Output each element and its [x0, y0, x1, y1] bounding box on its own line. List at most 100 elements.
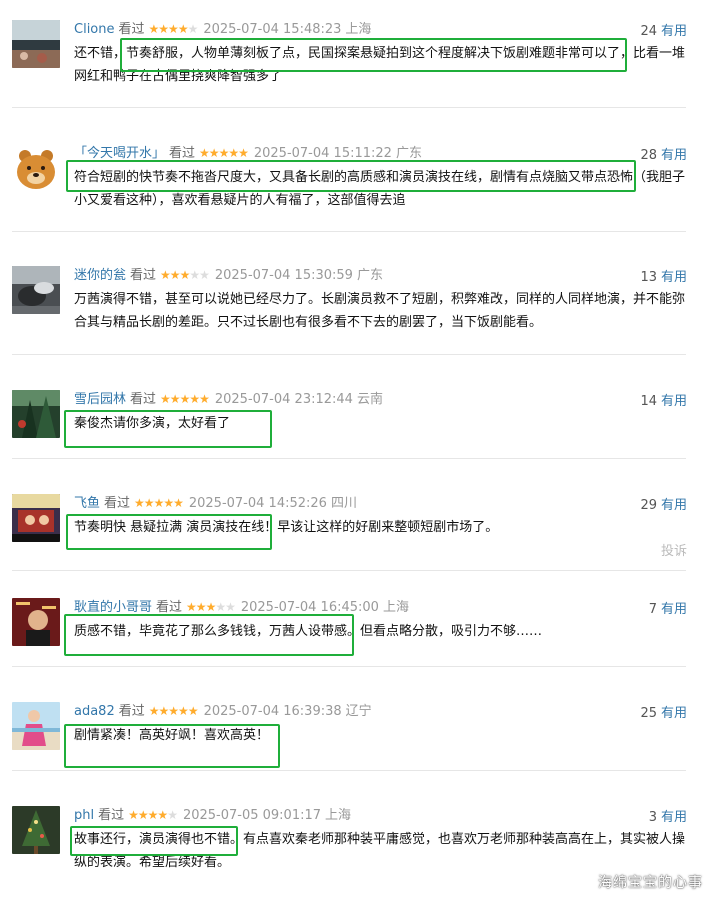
- star-filled-icon: ★: [208, 146, 220, 160]
- comment-location: 上海: [345, 22, 372, 37]
- star-filled-icon: ★: [228, 146, 239, 160]
- comment-meta: 耿直的小哥哥 看过 ★★★★★ 2025-07-04 16:45:00 上海: [74, 598, 687, 616]
- comment-text: 节奏明快 悬疑拉满 演员演技在线！早该让这样的好剧来整顿短剧市场了。: [74, 520, 499, 535]
- comment-text: 剧情紧凑！高英好飒！喜欢高英！: [74, 728, 270, 743]
- star-filled-icon: ★: [163, 496, 174, 510]
- avatar[interactable]: [12, 806, 60, 854]
- star-filled-icon: ★: [179, 392, 191, 406]
- useful-vote: 28 有用: [640, 144, 687, 163]
- useful-vote: 13 有用: [640, 266, 687, 285]
- star-empty-icon: ★: [187, 22, 199, 36]
- watermark-text: 海绵宝宝的心事: [598, 875, 703, 891]
- comment-location: 上海: [325, 808, 352, 823]
- useful-count: 14: [640, 394, 657, 409]
- comment-meta: 飞鱼 看过 ★★★★★ 2025-07-04 14:52:26 四川: [74, 494, 687, 512]
- star-empty-icon: ★: [225, 600, 236, 614]
- avatar[interactable]: [12, 390, 60, 438]
- useful-vote: 3 有用: [649, 806, 687, 825]
- comment-text: 故事还行，演员演得也不错。有点喜欢秦老师那种装平庸感觉，也喜欢万老师那种装高高在…: [74, 832, 686, 870]
- rating-stars: ★★★★★: [128, 808, 178, 822]
- rating-stars: ★★★★★: [134, 496, 184, 510]
- useful-vote: 14 有用: [640, 390, 687, 409]
- useful-vote: 7 有用: [649, 598, 687, 617]
- useful-button[interactable]: 有用: [661, 148, 687, 163]
- star-filled-icon: ★: [199, 392, 210, 406]
- comment-meta: 迷你的瓮 看过 ★★★★★ 2025-07-04 15:30:59 广东: [74, 266, 687, 284]
- comment-time: 2025-07-04 15:30:59: [214, 268, 353, 283]
- star-filled-icon: ★: [218, 146, 230, 160]
- useful-button[interactable]: 有用: [661, 706, 687, 721]
- comment-time: 2025-07-04 15:48:23: [203, 22, 342, 37]
- rating-stars: ★★★★★: [186, 600, 236, 614]
- star-filled-icon: ★: [169, 268, 181, 282]
- star-filled-icon: ★: [168, 704, 179, 718]
- star-filled-icon: ★: [160, 268, 171, 282]
- username-link[interactable]: 雪后园林: [74, 392, 126, 407]
- useful-count: 29: [640, 498, 657, 513]
- comment-time: 2025-07-04 23:12:44: [214, 392, 353, 407]
- useful-button[interactable]: 有用: [661, 602, 687, 617]
- avatar[interactable]: [12, 494, 60, 542]
- username-link[interactable]: ada82: [74, 704, 115, 719]
- useful-button[interactable]: 有用: [661, 394, 687, 409]
- avatar[interactable]: [12, 702, 60, 750]
- star-filled-icon: ★: [205, 600, 217, 614]
- useful-count: 3: [648, 810, 657, 825]
- comment-location: 上海: [382, 600, 409, 615]
- comment-time: 2025-07-04 14:52:26: [188, 496, 327, 511]
- comment-time: 2025-07-04 16:39:38: [203, 704, 342, 719]
- avatar[interactable]: [12, 266, 60, 314]
- avatar[interactable]: [12, 20, 60, 68]
- comment-location: 广东: [356, 268, 383, 283]
- watched-label: 看过: [118, 704, 145, 719]
- divider: [12, 107, 686, 108]
- star-empty-icon: ★: [167, 808, 178, 822]
- divider: [12, 354, 686, 355]
- comment-meta: 雪后园林 看过 ★★★★★ 2025-07-04 23:12:44 云南: [74, 390, 687, 408]
- comment-location: 四川: [330, 496, 357, 511]
- star-filled-icon: ★: [186, 600, 197, 614]
- username-link[interactable]: 「今天喝开水」: [74, 146, 165, 161]
- star-filled-icon: ★: [169, 392, 181, 406]
- watched-label: 看过: [104, 496, 131, 511]
- star-filled-icon: ★: [187, 704, 199, 718]
- comment-location: 辽宁: [345, 704, 372, 719]
- divider: [12, 231, 686, 232]
- comment-text: 秦俊杰请你多演，太好看了: [74, 416, 231, 431]
- watched-label: 看过: [98, 808, 125, 823]
- star-filled-icon: ★: [134, 496, 145, 510]
- star-filled-icon: ★: [160, 392, 171, 406]
- useful-button[interactable]: 有用: [661, 270, 687, 285]
- comment-location: 云南: [356, 392, 383, 407]
- useful-button[interactable]: 有用: [661, 498, 687, 513]
- useful-count: 24: [640, 24, 657, 39]
- star-empty-icon: ★: [215, 600, 226, 614]
- watched-label: 看过: [130, 392, 157, 407]
- star-filled-icon: ★: [238, 146, 249, 160]
- avatar[interactable]: [12, 144, 60, 192]
- comment-time: 2025-07-04 16:45:00: [240, 600, 379, 615]
- username-link[interactable]: 耿直的小哥哥: [74, 600, 152, 615]
- star-filled-icon: ★: [189, 392, 200, 406]
- useful-count: 13: [640, 270, 657, 285]
- comment-list: Clione 看过 ★★★★★ 2025-07-04 15:48:23 上海 24 有用 …: [0, 0, 711, 900]
- avatar[interactable]: [12, 598, 60, 646]
- rating-stars: ★★★★★: [160, 268, 210, 282]
- star-filled-icon: ★: [158, 22, 169, 36]
- username-link[interactable]: 飞鱼: [74, 496, 100, 511]
- username-link[interactable]: phl: [74, 808, 94, 823]
- comment-text: 符合短剧的快节奏不拖沓尺度大，又具备长剧的高质感和演员演技在线，剧情有点烧脑又带…: [74, 170, 686, 208]
- useful-button[interactable]: 有用: [661, 24, 687, 39]
- star-filled-icon: ★: [143, 496, 155, 510]
- username-link[interactable]: Clione: [74, 22, 115, 37]
- report-link[interactable]: 投诉: [661, 540, 687, 559]
- star-filled-icon: ★: [179, 268, 191, 282]
- useful-button[interactable]: 有用: [661, 810, 687, 825]
- rating-stars: ★★★★★: [149, 704, 199, 718]
- username-link[interactable]: 迷你的瓮: [74, 268, 126, 283]
- divider: [12, 570, 686, 571]
- comment-meta: 「今天喝开水」 看过 ★★★★★ 2025-07-04 15:11:22 广东: [74, 144, 687, 162]
- divider: [12, 770, 686, 771]
- comment-time: 2025-07-04 15:11:22: [253, 146, 392, 161]
- useful-count: 25: [640, 706, 657, 721]
